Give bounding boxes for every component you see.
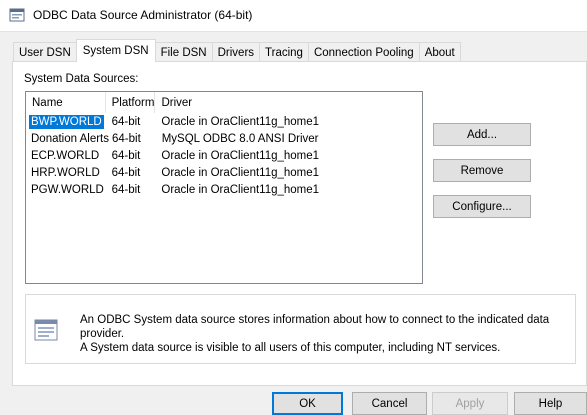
add-button[interactable]: Add...	[433, 123, 531, 146]
tab-tracing[interactable]: Tracing	[259, 42, 309, 62]
tab-drivers[interactable]: Drivers	[211, 42, 261, 62]
configure-button[interactable]: Configure...	[433, 195, 531, 218]
row-name: BWP.WORLD	[29, 115, 104, 130]
tab-connection-pooling[interactable]: Connection Pooling	[307, 42, 420, 62]
list-item[interactable]: BWP.WORLD 64-bit Oracle in OraClient11g_…	[26, 114, 422, 131]
row-driver: Oracle in OraClient11g_home1	[161, 166, 320, 179]
tab-user-dsn[interactable]: User DSN	[13, 42, 77, 62]
info-line-2: A System data source is visible to all u…	[80, 342, 501, 354]
info-box: An ODBC System data source stores inform…	[25, 294, 576, 364]
cancel-button[interactable]: Cancel	[352, 392, 427, 415]
data-source-icon	[34, 319, 58, 341]
title-bar: ODBC Data Source Administrator (64-bit)	[0, 0, 587, 31]
system-dsn-panel: System Data Sources: Name Platform Drive…	[12, 61, 587, 386]
list-item[interactable]: HRP.WORLD 64-bit Oracle in OraClient11g_…	[26, 164, 422, 181]
list-header: Name Platform Driver	[26, 92, 422, 113]
apply-button[interactable]: Apply	[432, 392, 508, 415]
remove-button[interactable]: Remove	[433, 159, 531, 182]
info-line-1: An ODBC System data source stores inform…	[80, 314, 550, 340]
row-name: HRP.WORLD	[31, 166, 100, 179]
list-item[interactable]: ECP.WORLD 64-bit Oracle in OraClient11g_…	[26, 148, 422, 165]
tab-strip: User DSN System DSN File DSN Drivers Tra…	[13, 39, 461, 62]
dialog-body: User DSN System DSN File DSN Drivers Tra…	[0, 31, 587, 415]
tab-about[interactable]: About	[418, 42, 461, 62]
row-platform: 64-bit	[111, 166, 141, 179]
row-driver: Oracle in OraClient11g_home1	[161, 116, 320, 129]
ok-button[interactable]: OK	[272, 392, 343, 415]
info-text: An ODBC System data source stores inform…	[80, 313, 575, 355]
row-platform: 64-bit	[111, 149, 141, 162]
row-name: ECP.WORLD	[31, 149, 100, 162]
row-name: PGW.WORLD	[31, 183, 104, 196]
list-item[interactable]: PGW.WORLD 64-bit Oracle in OraClient11g_…	[26, 181, 422, 198]
row-platform: 64-bit	[112, 133, 141, 146]
column-header-name[interactable]: Name	[26, 92, 106, 113]
column-header-platform[interactable]: Platform	[106, 92, 156, 113]
list-body: BWP.WORLD 64-bit Oracle in OraClient11g_…	[26, 114, 422, 198]
row-driver: Oracle in OraClient11g_home1	[161, 183, 320, 196]
row-platform: 64-bit	[111, 116, 141, 129]
window-title: ODBC Data Source Administrator (64-bit)	[33, 8, 253, 22]
list-item[interactable]: Donation Alerts 64-bit MySQL ODBC 8.0 AN…	[26, 131, 422, 148]
row-driver: MySQL ODBC 8.0 ANSI Driver	[161, 133, 319, 146]
row-platform: 64-bit	[111, 183, 141, 196]
help-button[interactable]: Help	[514, 392, 587, 415]
row-name: Donation Alerts	[31, 133, 109, 146]
section-label: System Data Sources:	[24, 73, 139, 85]
row-driver: Oracle in OraClient11g_home1	[161, 149, 320, 162]
tab-system-dsn[interactable]: System DSN	[75, 39, 156, 62]
data-sources-list[interactable]: Name Platform Driver BWP.WORLD 64-bit Or…	[25, 91, 423, 284]
odbc-app-icon	[9, 8, 25, 22]
column-header-driver[interactable]: Driver	[155, 92, 422, 113]
tab-file-dsn[interactable]: File DSN	[154, 42, 213, 62]
